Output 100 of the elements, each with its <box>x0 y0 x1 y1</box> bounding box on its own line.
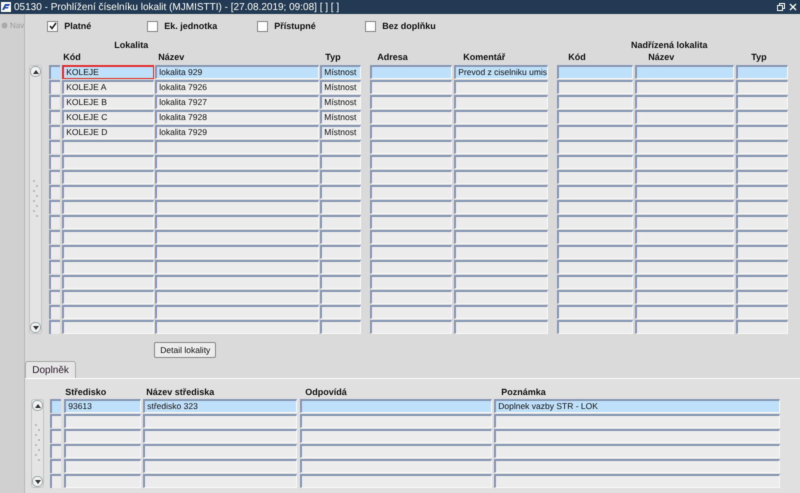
table-cell[interactable]: lokalita 7927 <box>155 95 320 109</box>
checkbox[interactable] <box>257 20 268 32</box>
table-cell[interactable] <box>370 170 452 184</box>
table-cell[interactable] <box>557 170 634 184</box>
row-selector[interactable] <box>49 125 60 139</box>
table-cell[interactable] <box>62 140 154 154</box>
table-cell[interactable] <box>300 414 492 428</box>
table-cell[interactable] <box>557 275 634 289</box>
table-cell[interactable] <box>155 245 320 259</box>
table-cell[interactable] <box>155 200 320 214</box>
scrollbar[interactable] <box>29 65 42 334</box>
table-cell[interactable] <box>557 65 634 79</box>
table-cell[interactable] <box>454 155 548 169</box>
table-cell[interactable] <box>494 414 780 428</box>
table-cell[interactable]: lokalita 7928 <box>155 110 320 124</box>
table-cell[interactable] <box>320 215 362 229</box>
table-cell[interactable] <box>454 245 548 259</box>
row-selector[interactable] <box>49 230 60 244</box>
table-cell[interactable] <box>494 459 780 473</box>
table-cell[interactable] <box>454 125 548 139</box>
table-cell[interactable] <box>557 80 634 94</box>
table-cell[interactable] <box>635 245 734 259</box>
row-selector[interactable] <box>49 290 60 304</box>
table-cell[interactable] <box>635 290 734 304</box>
table-cell[interactable] <box>736 305 788 319</box>
table-cell[interactable] <box>370 290 452 304</box>
table-cell[interactable] <box>370 230 452 244</box>
table-cell[interactable]: lokalita 7929 <box>155 125 320 139</box>
row-selector[interactable] <box>50 399 62 413</box>
table-cell[interactable] <box>143 429 298 443</box>
table-cell[interactable] <box>155 305 320 319</box>
table-cell[interactable] <box>62 275 154 289</box>
table-cell[interactable] <box>557 320 634 334</box>
table-cell[interactable] <box>454 215 548 229</box>
table-cell[interactable] <box>320 200 362 214</box>
filter-checkbox[interactable]: Platné <box>47 20 148 32</box>
table-cell[interactable] <box>155 185 320 199</box>
table-cell[interactable] <box>635 230 734 244</box>
row-selector[interactable] <box>49 95 60 109</box>
table-cell[interactable] <box>64 474 142 488</box>
table-cell[interactable] <box>143 414 298 428</box>
table-cell[interactable] <box>320 155 362 169</box>
table-cell[interactable] <box>155 230 320 244</box>
filter-checkbox[interactable]: Bez doplňku <box>365 20 474 32</box>
filter-checkbox[interactable]: Přístupné <box>257 20 366 32</box>
table-cell[interactable]: lokalita 7926 <box>155 80 320 94</box>
table-cell[interactable] <box>300 474 492 488</box>
table-cell[interactable]: KOLEJE D <box>62 125 154 139</box>
table-cell[interactable] <box>557 185 634 199</box>
row-selector[interactable] <box>50 414 62 428</box>
table-cell[interactable] <box>736 185 788 199</box>
table-cell[interactable] <box>155 290 320 304</box>
table-cell[interactable] <box>557 125 634 139</box>
table-cell[interactable] <box>557 245 634 259</box>
table-cell[interactable] <box>62 245 154 259</box>
table-cell[interactable] <box>557 155 634 169</box>
table-cell[interactable] <box>454 320 548 334</box>
checkbox[interactable] <box>147 20 158 32</box>
checkbox[interactable] <box>47 20 58 32</box>
table-cell[interactable] <box>557 305 634 319</box>
table-cell[interactable] <box>370 110 452 124</box>
table-cell[interactable] <box>64 459 142 473</box>
table-cell[interactable] <box>370 65 452 79</box>
table-cell[interactable] <box>320 290 362 304</box>
row-selector[interactable] <box>49 305 60 319</box>
table-cell[interactable]: 93613 <box>64 399 142 413</box>
row-selector[interactable] <box>49 155 60 169</box>
table-cell[interactable] <box>155 140 320 154</box>
table-cell[interactable]: KOLEJE A <box>62 80 154 94</box>
row-selector[interactable] <box>50 474 62 488</box>
table-cell[interactable]: lokalita 929 <box>155 65 320 79</box>
table-cell[interactable] <box>494 429 780 443</box>
table-cell[interactable] <box>370 200 452 214</box>
table-cell[interactable]: středisko 323 <box>143 399 298 413</box>
table-cell[interactable]: KOLEJE B <box>62 95 154 109</box>
table-cell[interactable] <box>155 170 320 184</box>
restore-icon[interactable] <box>777 3 785 11</box>
table-cell[interactable] <box>62 320 154 334</box>
row-selector[interactable] <box>49 185 60 199</box>
table-cell[interactable] <box>62 155 154 169</box>
table-cell[interactable] <box>320 185 362 199</box>
table-cell[interactable] <box>494 474 780 488</box>
table-cell[interactable]: Místnost <box>320 125 362 139</box>
table-cell[interactable] <box>454 140 548 154</box>
table-cell[interactable] <box>454 230 548 244</box>
table-cell[interactable] <box>320 320 362 334</box>
checkbox[interactable] <box>365 20 376 32</box>
table-cell[interactable] <box>635 125 734 139</box>
table-cell[interactable] <box>557 200 634 214</box>
table-cell[interactable] <box>736 260 788 274</box>
table-cell[interactable] <box>635 215 734 229</box>
scrollbar[interactable] <box>31 399 44 488</box>
table-cell[interactable] <box>62 170 154 184</box>
table-cell[interactable] <box>370 260 452 274</box>
table-cell[interactable] <box>62 305 154 319</box>
table-cell[interactable]: Doplnek vazby STR - LOK <box>494 399 780 413</box>
row-selector[interactable] <box>49 140 60 154</box>
row-selector[interactable] <box>49 260 60 274</box>
table-cell[interactable] <box>736 230 788 244</box>
table-cell[interactable] <box>155 215 320 229</box>
